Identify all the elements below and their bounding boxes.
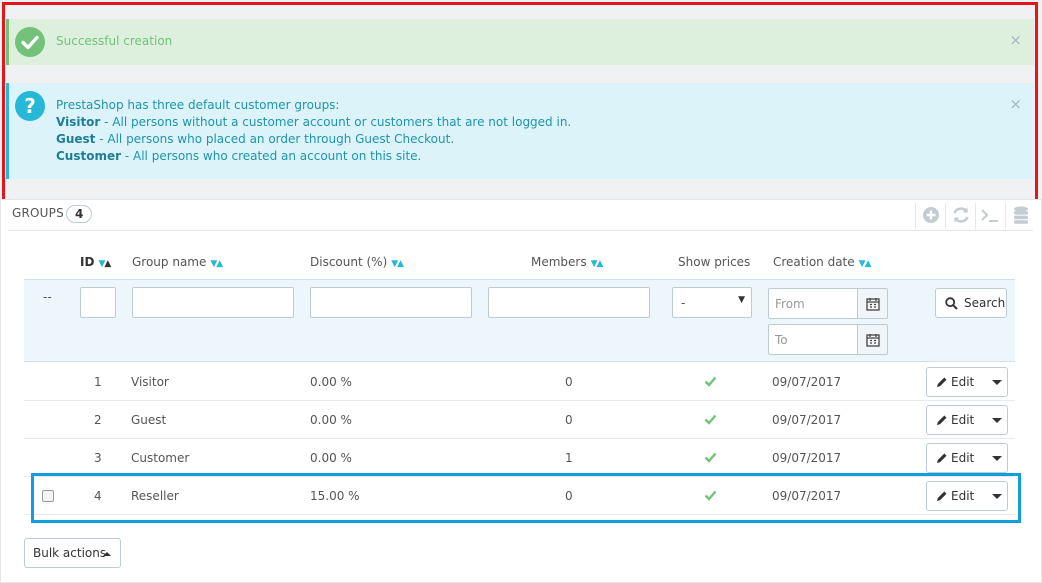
cell-members: 1 xyxy=(565,451,573,465)
info-message: PrestaShop has three default customer gr… xyxy=(56,97,571,165)
success-alert: Successful creation × xyxy=(6,19,1034,65)
table-row: 1 Visitor 0.00 % 0 09/07/2017 Edit xyxy=(24,363,1015,401)
info-intro: PrestaShop has three default customer gr… xyxy=(56,98,340,112)
column-header-show-prices: Show prices xyxy=(678,255,751,269)
info-line-guest: Guest - All persons who placed an order … xyxy=(56,132,455,146)
toolbar-divider xyxy=(1005,203,1006,229)
calendar-icon xyxy=(866,298,880,311)
cell-discount: 0.00 % xyxy=(310,413,352,427)
calendar-from-button[interactable] xyxy=(858,288,888,319)
info-alert: ? PrestaShop has three default customer … xyxy=(6,83,1034,179)
row-actions-dropdown-toggle[interactable] xyxy=(985,482,1007,510)
cell-id: 1 xyxy=(94,375,102,389)
svg-text:?: ? xyxy=(24,94,36,118)
cell-group-name: Guest xyxy=(131,413,167,427)
check-icon xyxy=(704,452,717,463)
cell-members: 0 xyxy=(565,375,573,389)
column-header-members[interactable]: Members ▼▲ xyxy=(531,255,604,269)
search-button[interactable]: Search xyxy=(935,288,1007,318)
edit-button-group: Edit xyxy=(926,405,1008,435)
cell-members: 0 xyxy=(565,413,573,427)
calendar-to-button[interactable] xyxy=(858,324,888,355)
filter-id-input[interactable] xyxy=(80,287,116,318)
cell-group-name: Visitor xyxy=(131,375,169,389)
groups-count-badge: 4 xyxy=(66,205,93,223)
filter-date-from-input[interactable] xyxy=(768,288,858,319)
question-circle-icon: ? xyxy=(15,91,45,121)
calendar-icon xyxy=(866,334,880,347)
row-actions-dropdown-toggle[interactable] xyxy=(985,406,1007,434)
sort-arrows-icon[interactable]: ▼▲ xyxy=(98,259,111,269)
column-header-group-name[interactable]: Group name ▼▲ xyxy=(132,255,223,269)
export-database-icon[interactable] xyxy=(1010,204,1032,226)
caret-up-icon xyxy=(103,552,111,556)
bulk-actions-button[interactable]: Bulk actions xyxy=(24,538,121,568)
cell-creation-date: 09/07/2017 xyxy=(772,451,842,465)
edit-button-group: Edit xyxy=(926,481,1008,511)
row-actions-dropdown-toggle[interactable] xyxy=(985,368,1007,396)
cell-creation-date: 09/07/2017 xyxy=(772,413,842,427)
filter-members-input[interactable] xyxy=(488,287,650,318)
check-circle-icon xyxy=(15,27,45,57)
sort-arrows-icon[interactable]: ▼▲ xyxy=(391,259,404,269)
sort-arrows-icon[interactable]: ▼▲ xyxy=(210,259,223,269)
close-info-alert-icon[interactable]: × xyxy=(1009,97,1022,112)
cell-group-name: Customer xyxy=(131,451,190,465)
edit-button-group: Edit xyxy=(926,367,1008,397)
edit-button-group: Edit xyxy=(926,443,1008,473)
sql-query-icon[interactable] xyxy=(979,204,1001,226)
pencil-icon xyxy=(937,453,947,463)
column-header-creation-date[interactable]: Creation date ▼▲ xyxy=(773,255,871,269)
toolbar-divider xyxy=(945,203,946,229)
toolbar-divider xyxy=(975,203,976,229)
table-row: 2 Guest 0.00 % 0 09/07/2017 Edit xyxy=(24,401,1015,439)
cell-discount: 15.00 % xyxy=(310,489,360,503)
filter-discount-input[interactable] xyxy=(310,287,472,318)
sort-arrows-icon[interactable]: ▼▲ xyxy=(859,259,872,269)
pencil-icon xyxy=(937,377,947,387)
cell-id: 2 xyxy=(94,413,102,427)
edit-button[interactable]: Edit xyxy=(927,444,985,472)
row-select-checkbox[interactable] xyxy=(42,490,54,502)
panel-header-divider xyxy=(9,230,1033,231)
panel-title: GROUPS xyxy=(12,206,64,220)
cell-id: 3 xyxy=(94,451,102,465)
check-icon xyxy=(704,490,717,501)
select-all-toggle[interactable]: -- xyxy=(43,290,52,304)
success-message: Successful creation xyxy=(56,34,173,48)
edit-button[interactable]: Edit xyxy=(927,368,985,396)
column-header-id[interactable]: ID ▼▲ xyxy=(80,255,111,269)
pencil-icon xyxy=(937,415,947,425)
cell-creation-date: 09/07/2017 xyxy=(772,375,842,389)
table-row: 4 Reseller 15.00 % 0 09/07/2017 Edit xyxy=(24,477,1015,515)
close-success-alert-icon[interactable]: × xyxy=(1009,33,1022,48)
chevron-down-icon: ▼ xyxy=(738,295,745,305)
cell-members: 0 xyxy=(565,489,573,503)
column-header-discount[interactable]: Discount (%) ▼▲ xyxy=(310,255,404,269)
row-actions-dropdown-toggle[interactable] xyxy=(985,444,1007,472)
cell-id: 4 xyxy=(94,489,102,503)
pencil-icon xyxy=(937,491,947,501)
sort-arrows-icon[interactable]: ▼▲ xyxy=(591,259,604,269)
filter-group-name-input[interactable] xyxy=(132,287,294,318)
info-line-customer: Customer - All persons who created an ac… xyxy=(56,149,422,163)
cell-discount: 0.00 % xyxy=(310,375,352,389)
cell-group-name: Reseller xyxy=(131,489,179,503)
filter-date-to-input[interactable] xyxy=(768,324,858,355)
filter-show-prices-select[interactable]: - ▼ xyxy=(672,287,752,318)
cell-creation-date: 09/07/2017 xyxy=(772,489,842,503)
edit-button[interactable]: Edit xyxy=(927,482,985,510)
check-icon xyxy=(704,414,717,425)
info-line-visitor: Visitor - All persons without a customer… xyxy=(56,115,572,129)
toolbar-divider xyxy=(915,203,916,229)
add-icon[interactable] xyxy=(920,204,942,226)
edit-button[interactable]: Edit xyxy=(927,406,985,434)
cell-discount: 0.00 % xyxy=(310,451,352,465)
check-icon xyxy=(704,376,717,387)
table-row: 3 Customer 0.00 % 1 09/07/2017 Edit xyxy=(24,439,1015,477)
refresh-icon[interactable] xyxy=(950,204,972,226)
search-icon xyxy=(945,297,958,310)
